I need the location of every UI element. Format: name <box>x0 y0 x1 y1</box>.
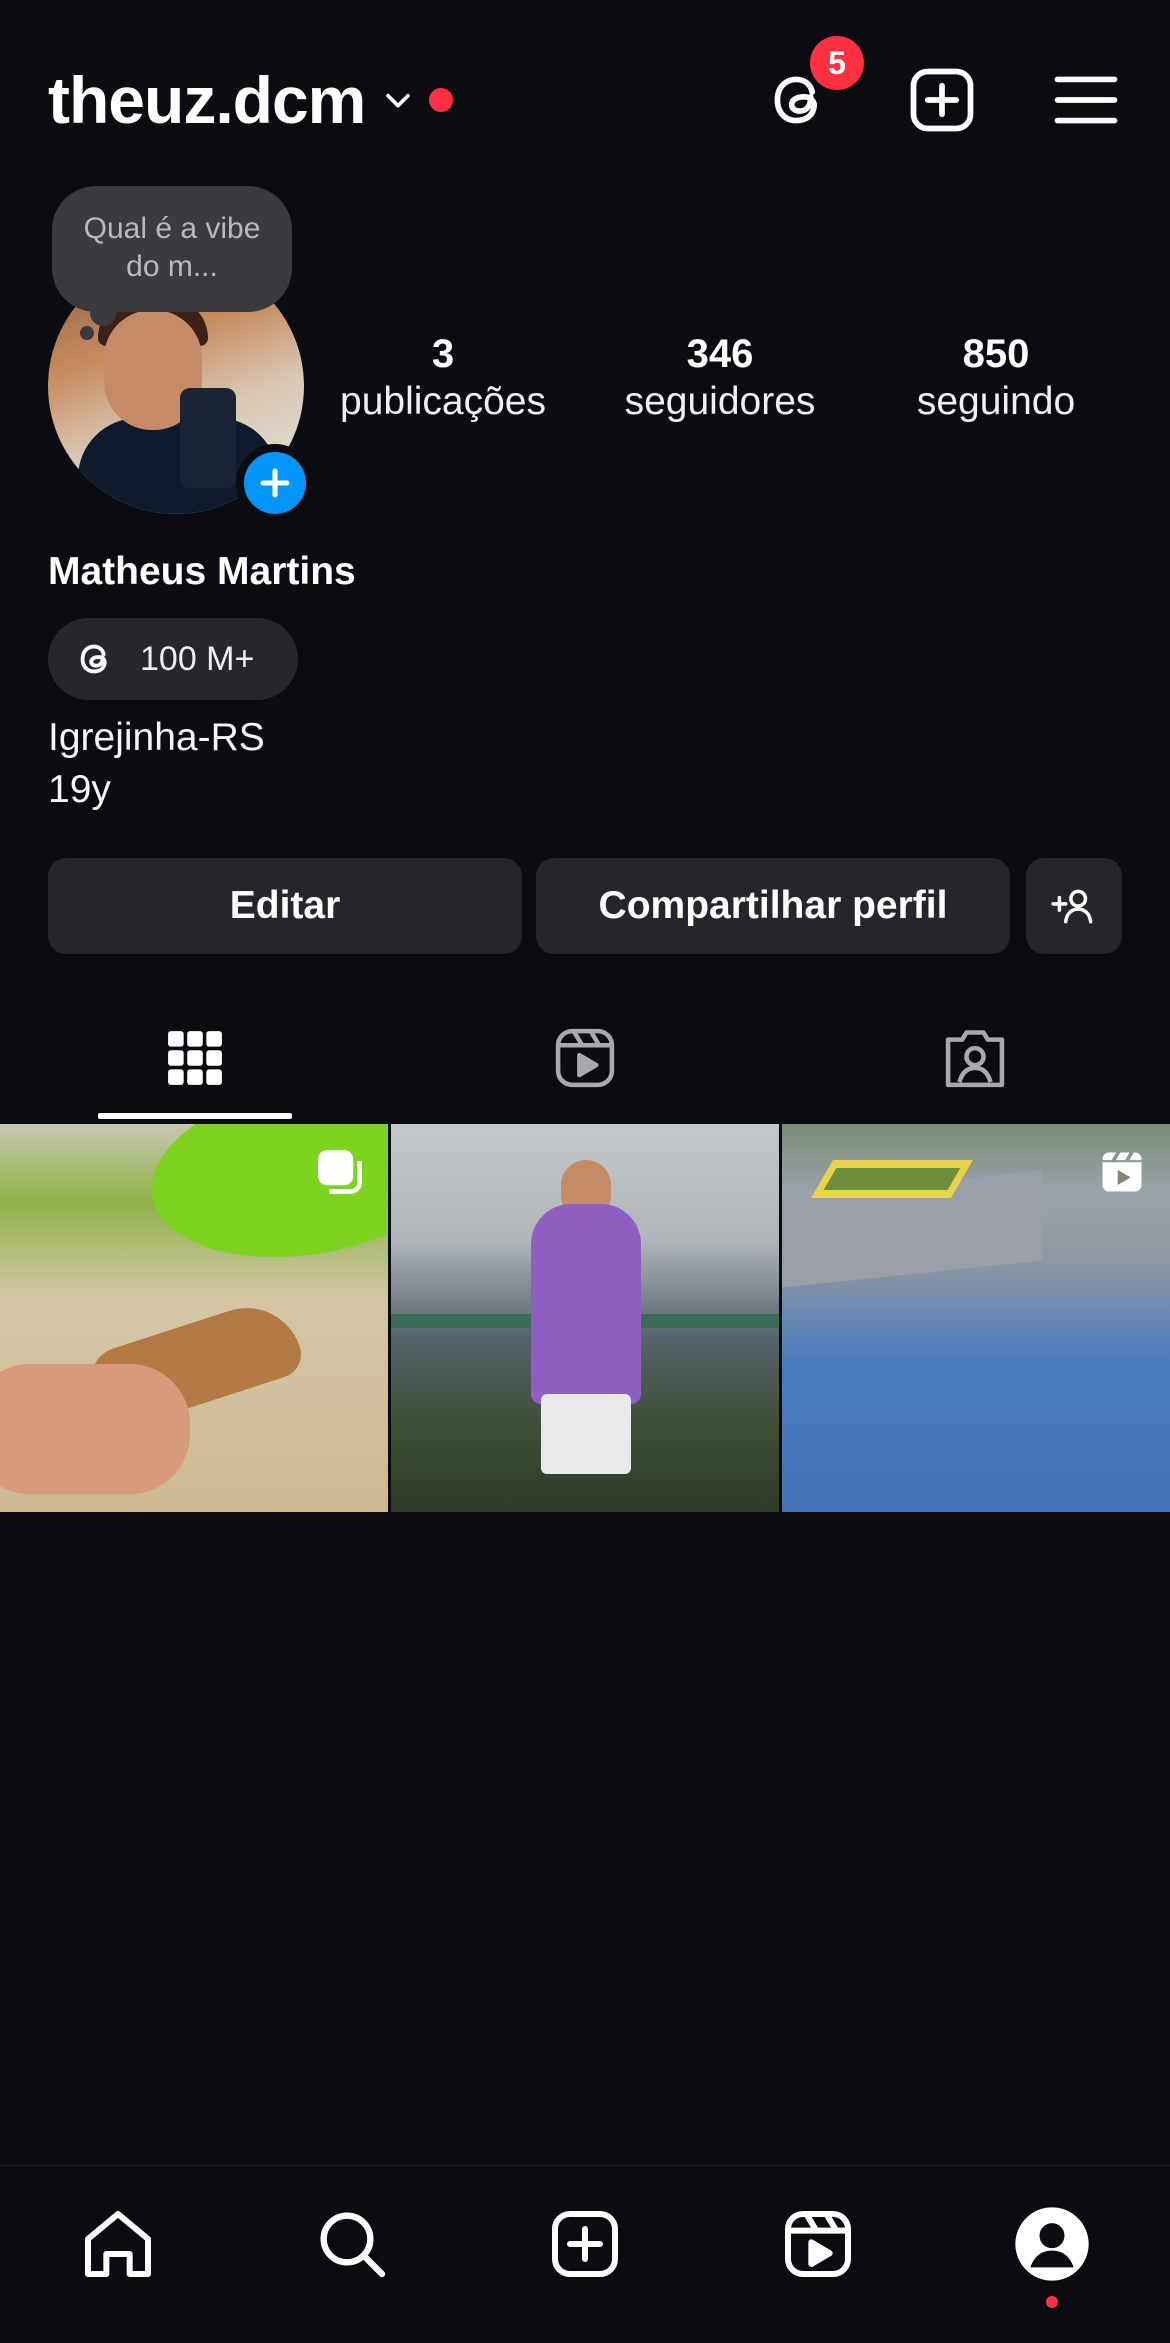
threads-followers-label: 100 M+ <box>140 639 255 678</box>
bottom-navigation <box>0 2165 1170 2343</box>
threads-profile-link[interactable]: 100 M+ <box>48 618 298 700</box>
tagged-icon <box>945 1030 1005 1088</box>
reels-icon[interactable] <box>778 2204 858 2284</box>
profile-icon[interactable] <box>1012 2204 1092 2284</box>
profile-notification-dot <box>1046 2296 1058 2308</box>
create-post-icon[interactable] <box>904 62 980 138</box>
tab-tagged[interactable] <box>780 1010 1170 1120</box>
stat-posts[interactable]: 3 publicações <box>313 330 573 426</box>
menu-icon[interactable] <box>1048 62 1124 138</box>
chevron-down-icon <box>386 93 411 108</box>
home-icon[interactable] <box>78 2204 158 2284</box>
stat-following[interactable]: 850 seguindo <box>866 330 1126 426</box>
bio-location: Igrejinha-RS <box>48 716 265 759</box>
add-user-icon <box>1051 889 1093 924</box>
tab-grid[interactable] <box>0 1010 390 1120</box>
note-bubble-tail <box>90 300 116 326</box>
full-name: Matheus Martins <box>48 550 356 593</box>
threads-icon <box>80 644 107 674</box>
share-profile-button[interactable]: Compartilhar perfil <box>536 858 1010 954</box>
reels-icon <box>555 1028 615 1088</box>
discover-people-button[interactable] <box>1026 858 1122 954</box>
threads-notification-badge: 5 <box>810 36 864 90</box>
post-thumbnail[interactable] <box>0 1124 388 1512</box>
unread-dot <box>429 88 454 112</box>
carousel-icon <box>318 1150 362 1194</box>
header: theuz.dcm 5 <box>0 0 1170 190</box>
stat-followers[interactable]: 346 seguidores <box>590 330 850 426</box>
reel-icon <box>1102 1152 1142 1192</box>
search-icon[interactable] <box>312 2204 392 2284</box>
username: theuz.dcm <box>48 63 366 137</box>
note-bubble-tail-small <box>80 326 94 340</box>
bio-age: 19y <box>48 768 111 811</box>
post-thumbnail[interactable] <box>391 1124 779 1512</box>
tab-reels[interactable] <box>390 1010 780 1120</box>
account-switcher[interactable]: theuz.dcm <box>48 62 454 138</box>
content-tabs <box>0 1010 1170 1120</box>
plus-icon <box>260 468 290 498</box>
edit-profile-button[interactable]: Editar <box>48 858 522 954</box>
posts-grid <box>0 1124 1170 1512</box>
profile-screen: theuz.dcm 5 Qual é a vibe do m... 3 publ… <box>0 0 1170 2343</box>
create-icon[interactable] <box>545 2204 625 2284</box>
add-story-button[interactable] <box>236 444 314 522</box>
grid-icon <box>168 1031 222 1085</box>
post-thumbnail[interactable] <box>782 1124 1170 1512</box>
note-bubble[interactable]: Qual é a vibe do m... <box>52 186 292 312</box>
active-tab-indicator <box>98 1113 292 1119</box>
